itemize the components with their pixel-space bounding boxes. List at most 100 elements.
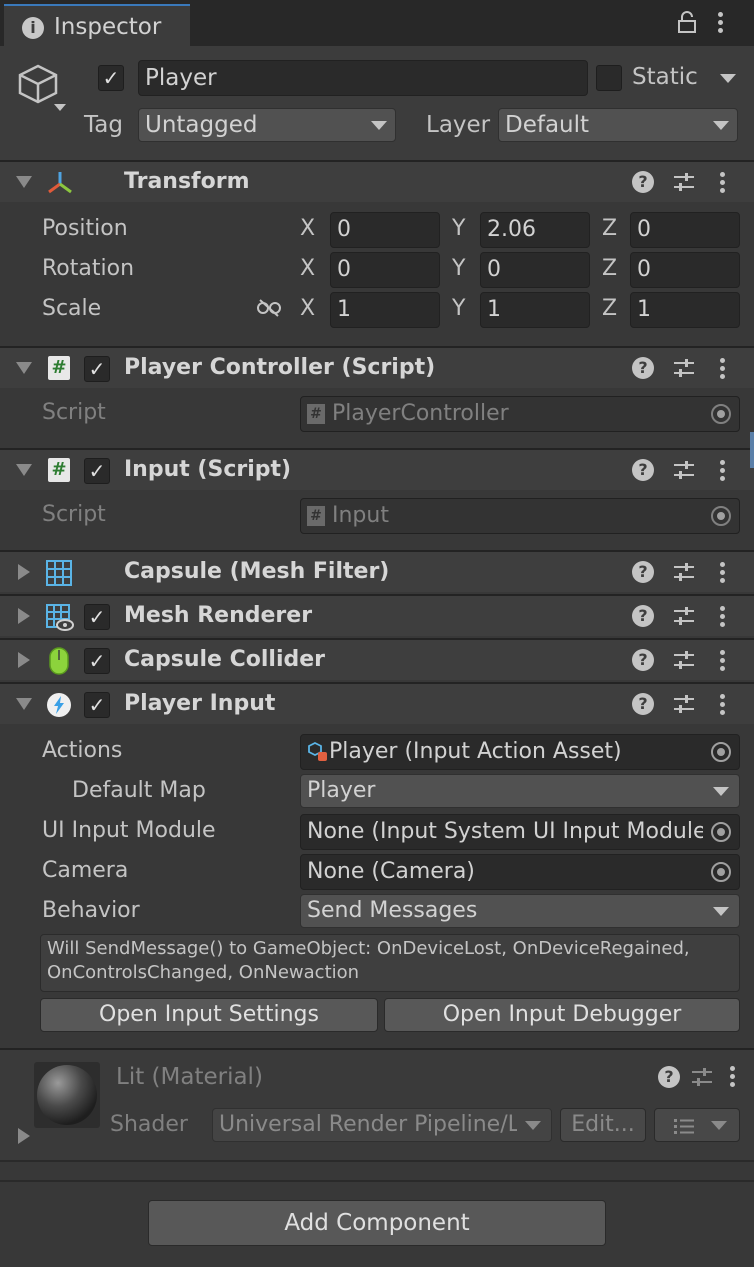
object-picker-icon[interactable] <box>711 742 731 762</box>
chevron-down-icon <box>713 121 729 130</box>
help-icon[interactable]: ? <box>632 459 654 481</box>
foldout-arrow-icon[interactable] <box>18 652 30 668</box>
position-x-field[interactable]: 0 <box>330 212 440 248</box>
presets-icon[interactable] <box>672 648 696 672</box>
axis-x-label: X <box>300 296 316 321</box>
foldout-arrow-icon[interactable] <box>16 362 32 374</box>
object-picker-icon[interactable] <box>711 822 731 842</box>
foldout-arrow-icon[interactable] <box>18 608 30 624</box>
foldout-arrow-icon[interactable] <box>16 176 32 188</box>
component-enabled-checkbox[interactable]: ✓ <box>84 692 110 718</box>
foldout-arrow-icon[interactable] <box>18 564 30 580</box>
axis-z-label: Z <box>602 256 618 281</box>
open-input-settings-button[interactable]: Open Input Settings <box>40 998 378 1032</box>
capsule-collider-icon <box>49 647 69 675</box>
scale-x-field[interactable]: 1 <box>330 292 440 328</box>
component-menu-icon[interactable] <box>718 606 726 630</box>
mesh-filter-header[interactable]: Capsule (Mesh Filter) ? <box>0 550 754 592</box>
object-picker-icon <box>711 404 731 424</box>
add-component-button[interactable]: Add Component <box>148 1200 606 1246</box>
default-map-dropdown[interactable]: Player <box>300 774 740 808</box>
object-picker-icon <box>711 506 731 526</box>
static-checkbox[interactable] <box>596 65 622 91</box>
mesh-renderer-header[interactable]: ✓ Mesh Renderer ? <box>0 594 754 636</box>
help-icon[interactable]: ? <box>632 605 654 627</box>
player-input-header[interactable]: ✓ Player Input ? <box>0 682 754 724</box>
icon-dropdown-caret[interactable] <box>54 104 66 111</box>
behavior-help-box: Will SendMessage() to GameObject: OnDevi… <box>40 934 740 992</box>
tag-dropdown[interactable]: Untagged <box>138 108 396 142</box>
presets-icon[interactable] <box>672 170 696 194</box>
input-script-header[interactable]: # ✓ Input (Script) ? <box>0 448 754 490</box>
actions-field[interactable]: Player (Input Action Asset) <box>300 734 740 770</box>
layer-dropdown[interactable]: Default <box>498 108 738 142</box>
actions-value: Player (Input Action Asset) <box>329 739 622 764</box>
position-z-field[interactable]: 0 <box>630 212 740 248</box>
component-enabled-checkbox[interactable]: ✓ <box>84 458 110 484</box>
help-icon[interactable]: ? <box>632 649 654 671</box>
presets-icon[interactable] <box>690 1065 714 1089</box>
component-enabled-checkbox[interactable]: ✓ <box>84 648 110 674</box>
material-menu-icon[interactable] <box>728 1066 736 1090</box>
rotation-z-field[interactable]: 0 <box>630 252 740 288</box>
transform-icon <box>48 172 72 194</box>
capsule-collider-header[interactable]: ✓ Capsule Collider ? <box>0 638 754 680</box>
help-text-line-2: OnControlsChanged, OnNewaction <box>47 962 360 983</box>
component-menu-icon[interactable] <box>718 694 726 718</box>
shader-dropdown[interactable]: Universal Render Pipeline/Lit <box>212 1108 552 1142</box>
component-menu-icon[interactable] <box>718 562 726 586</box>
help-icon[interactable]: ? <box>632 171 654 193</box>
help-icon[interactable]: ? <box>632 693 654 715</box>
foldout-arrow-icon[interactable] <box>18 1128 30 1144</box>
scale-y-field[interactable]: 1 <box>480 292 590 328</box>
help-icon[interactable]: ? <box>632 357 654 379</box>
mesh-filter-title: Capsule (Mesh Filter) <box>124 559 390 584</box>
default-map-label: Default Map <box>72 778 206 803</box>
script-icon: # <box>48 458 70 482</box>
help-icon[interactable]: ? <box>658 1066 680 1088</box>
component-enabled-checkbox[interactable]: ✓ <box>84 604 110 630</box>
component-enabled-checkbox[interactable]: ✓ <box>84 356 110 382</box>
name-field[interactable]: Player <box>138 60 588 96</box>
presets-icon[interactable] <box>672 560 696 584</box>
tab-label: Inspector <box>54 14 162 40</box>
player-input-title: Player Input <box>124 691 276 716</box>
player-controller-header[interactable]: # ✓ Player Controller (Script) ? <box>0 346 754 388</box>
active-checkbox[interactable]: ✓ <box>98 65 124 91</box>
position-y-field[interactable]: 2.06 <box>480 212 590 248</box>
help-icon[interactable]: ? <box>632 561 654 583</box>
foldout-arrow-icon[interactable] <box>16 698 32 710</box>
component-menu-icon[interactable] <box>718 650 726 674</box>
shader-options-dropdown[interactable] <box>654 1108 740 1142</box>
behavior-dropdown[interactable]: Send Messages <box>300 894 740 928</box>
transform-header[interactable]: Transform ? <box>0 160 754 202</box>
gameobject-cube-icon[interactable] <box>16 62 60 106</box>
open-input-debugger-button[interactable]: Open Input Debugger <box>384 998 740 1032</box>
presets-icon[interactable] <box>672 604 696 628</box>
tab-menu-icon[interactable] <box>716 12 724 36</box>
lock-icon[interactable] <box>676 10 698 34</box>
foldout-arrow-icon[interactable] <box>16 464 32 476</box>
rotation-x-field[interactable]: 0 <box>330 252 440 288</box>
presets-icon[interactable] <box>672 356 696 380</box>
ui-input-module-field[interactable]: None (Input System UI Input Module) <box>300 814 740 850</box>
unlink-scale-icon[interactable] <box>256 298 282 318</box>
rotation-y-field[interactable]: 0 <box>480 252 590 288</box>
component-menu-icon[interactable] <box>718 358 726 382</box>
component-menu-icon[interactable] <box>718 172 726 196</box>
scale-z-field[interactable]: 1 <box>630 292 740 328</box>
presets-icon[interactable] <box>672 458 696 482</box>
camera-field[interactable]: None (Camera) <box>300 854 740 890</box>
tab-inspector[interactable]: i Inspector <box>4 4 190 46</box>
script-field: # PlayerController <box>300 396 740 432</box>
chevron-down-icon <box>371 121 387 130</box>
static-dropdown-caret[interactable] <box>720 74 736 83</box>
axis-x-label: X <box>300 216 316 241</box>
edit-shader-button[interactable]: Edit... <box>560 1108 646 1142</box>
material-preview-icon[interactable] <box>34 1062 100 1128</box>
chevron-down-icon <box>525 1121 541 1130</box>
component-menu-icon[interactable] <box>718 460 726 484</box>
scrollbar-indicator[interactable] <box>750 432 754 468</box>
presets-icon[interactable] <box>672 692 696 716</box>
object-picker-icon[interactable] <box>711 862 731 882</box>
